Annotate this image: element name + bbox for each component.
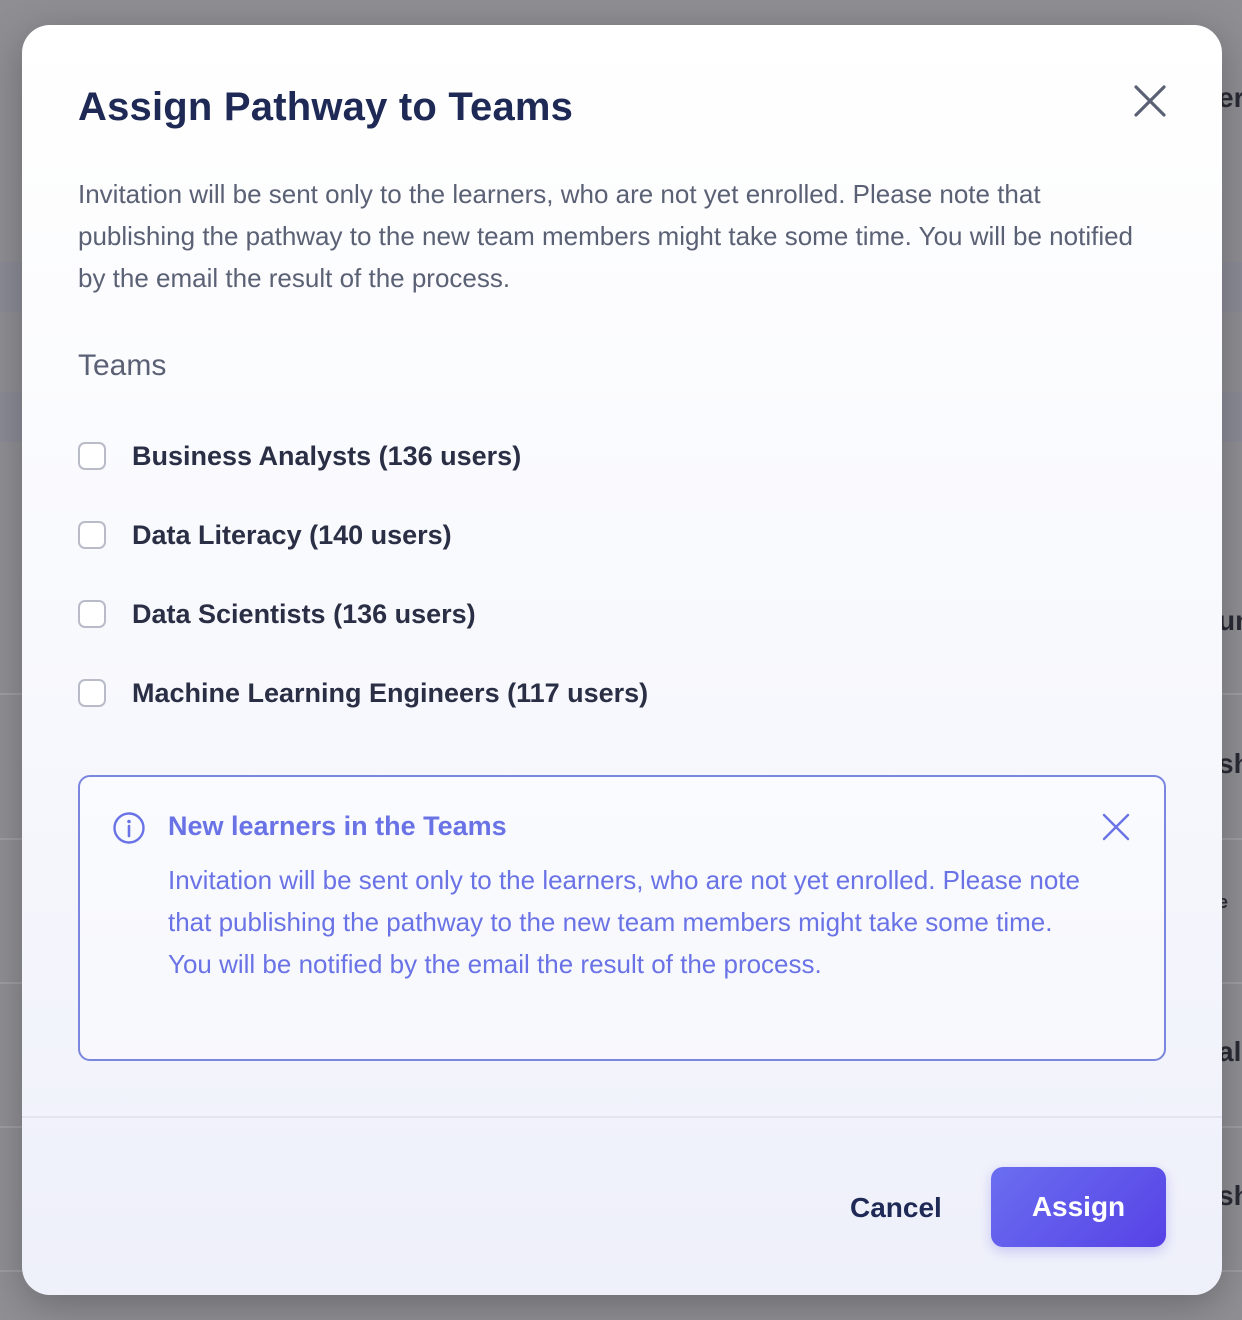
checkbox[interactable] [78, 600, 106, 628]
team-option-business-analysts[interactable]: Business Analysts (136 users) [78, 430, 1078, 482]
dismiss-alert-button[interactable] [1096, 807, 1136, 847]
info-alert-title: New learners in the Teams [168, 811, 507, 841]
team-label: Data Scientists (136 users) [132, 598, 476, 629]
info-alert-text: Invitation will be sent only to the lear… [168, 865, 1080, 979]
team-option-data-scientists[interactable]: Data Scientists (136 users) [78, 588, 1078, 640]
dialog-title: Assign Pathway to Teams [78, 85, 574, 129]
checkbox[interactable] [78, 442, 106, 470]
checkbox[interactable] [78, 679, 106, 707]
checkbox[interactable] [78, 521, 106, 549]
info-icon [113, 812, 145, 844]
cancel-button[interactable]: Cancel [832, 1175, 960, 1241]
team-label: Data Literacy (140 users) [132, 519, 452, 550]
close-icon [1102, 813, 1130, 841]
assign-button[interactable]: Assign [991, 1167, 1166, 1247]
close-icon [1134, 85, 1166, 117]
close-dialog-button[interactable] [1128, 79, 1172, 123]
team-option-ml-engineers[interactable]: Machine Learning Engineers (117 users) [78, 667, 1078, 719]
assign-pathway-dialog: Assign Pathway to Teams Invitation will … [22, 25, 1222, 1295]
dialog-description: Invitation will be sent only to the lear… [78, 179, 1134, 293]
info-alert: New learners in the Teams Invitation wil… [78, 775, 1166, 1061]
teams-list: Business Analysts (136 users) Data Liter… [78, 430, 1078, 746]
team-label: Business Analysts (136 users) [132, 440, 522, 471]
teams-section-label: Teams [78, 349, 167, 382]
team-option-data-literacy[interactable]: Data Literacy (140 users) [78, 509, 1078, 561]
footer-divider [22, 1116, 1222, 1118]
team-label: Machine Learning Engineers (117 users) [132, 677, 649, 708]
